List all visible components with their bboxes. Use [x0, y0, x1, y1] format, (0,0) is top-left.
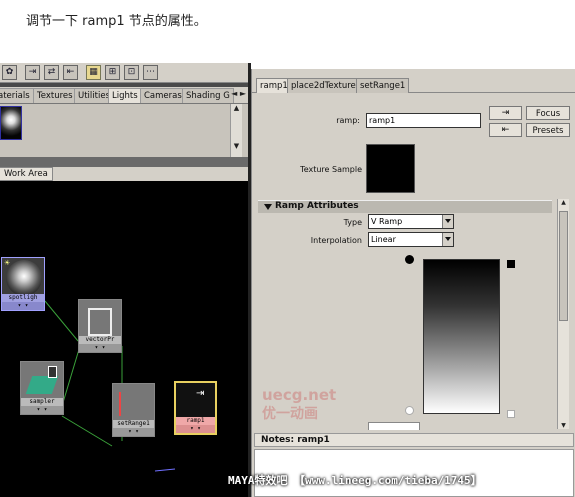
- texture-sample-label: Texture Sample: [300, 165, 362, 174]
- graph-layout-icon[interactable]: ▦: [86, 65, 101, 80]
- footer-watermark: MAYA特效吧 【www.lineeg.com/tieba/1745】: [228, 474, 482, 487]
- node-ports-icon[interactable]: ▾ ▾: [79, 344, 121, 352]
- output-connections-icon[interactable]: ⇤: [489, 123, 522, 137]
- selected-color-field[interactable]: [368, 422, 420, 430]
- node-ports-icon[interactable]: ▾ ▾: [113, 428, 154, 436]
- tab-materials[interactable]: aterials: [0, 88, 34, 103]
- ramp-attributes-header[interactable]: Ramp Attributes: [258, 200, 552, 213]
- watermark-subtext: 优一动画: [262, 406, 318, 422]
- grid-icon[interactable]: ⊞: [105, 65, 120, 80]
- ramp-name-label: ramp:: [336, 116, 360, 125]
- tab-lights[interactable]: Lights: [108, 88, 142, 103]
- tab-setrange1[interactable]: setRange1: [356, 78, 410, 93]
- scroll-down-icon[interactable]: ▼: [558, 422, 569, 429]
- vector-product-icon: [88, 308, 112, 336]
- panel-divider: [0, 157, 248, 167]
- node-label: sampler: [21, 398, 63, 406]
- swatch-area: ▲ ▼: [0, 104, 248, 157]
- focus-button[interactable]: Focus: [526, 106, 570, 120]
- node-label: setRange1: [113, 420, 154, 428]
- delete-entry-top-icon[interactable]: [507, 260, 515, 268]
- attribute-editor: ramp1 place2dTexture1 setRange1 ramp: ra…: [251, 69, 575, 497]
- notes-header: Notes: ramp1: [254, 433, 574, 447]
- interpolation-value: Linear: [371, 235, 396, 244]
- hypergraph-icon[interactable]: ✿: [2, 65, 17, 80]
- link-sampler-setrange: [61, 415, 113, 447]
- tab-shading-groups[interactable]: Shading G: [182, 88, 234, 103]
- attribute-scrollbar[interactable]: ▲ ▼: [557, 199, 569, 429]
- type-dropdown[interactable]: V Ramp: [368, 214, 454, 229]
- input-output-icon[interactable]: ⇥: [25, 65, 40, 80]
- chevron-down-icon[interactable]: [442, 233, 453, 246]
- snap-icon[interactable]: ⊡: [124, 65, 139, 80]
- node-ports-icon[interactable]: ▾ ▾: [2, 302, 44, 310]
- node-ports-icon[interactable]: ▾ ▾: [176, 425, 215, 433]
- scroll-up-icon[interactable]: ▲: [558, 199, 569, 206]
- link-spotlight-vector: [44, 300, 79, 342]
- interpolation-dropdown[interactable]: Linear: [368, 232, 454, 247]
- hypershade-panel: ✿ ⇥ ⇄ ⇤ ▦ ⊞ ⊡ ⋯ aterials Textures Utilit…: [0, 63, 248, 497]
- tab-cameras[interactable]: Cameras: [140, 88, 186, 103]
- light-swatch[interactable]: [0, 106, 22, 140]
- color-entry-handle-top[interactable]: [405, 255, 414, 264]
- link-setrange-ramp: [154, 468, 176, 472]
- node-connections: [44, 300, 176, 472]
- delete-entry-bottom-icon[interactable]: [507, 410, 515, 418]
- type-label: Type: [343, 218, 362, 227]
- caption: 调节一下 ramp1 节点的属性。: [26, 14, 207, 29]
- work-area-tabbar: Work Area: [0, 167, 248, 181]
- camera-icon: [48, 366, 57, 378]
- node-spotlight[interactable]: ☀ spotligh ▾ ▾: [1, 257, 45, 311]
- tab-place2dtexture1[interactable]: place2dTexture1: [287, 78, 366, 93]
- ramp-output-icon: ⇥: [196, 388, 205, 399]
- input-icon[interactable]: ⇄: [44, 65, 59, 80]
- tab-work-area[interactable]: Work Area: [0, 167, 53, 181]
- node-sampler-info[interactable]: sampler ▾ ▾: [20, 361, 64, 415]
- swatch-scrollbar[interactable]: ▲ ▼: [230, 104, 242, 157]
- input-connections-icon[interactable]: ⇥: [489, 106, 522, 120]
- scroll-left-icon[interactable]: ◄: [231, 89, 237, 98]
- scroll-right-icon[interactable]: ►: [240, 89, 246, 98]
- set-range-icon: [119, 392, 149, 416]
- ramp-name-field[interactable]: ramp1: [366, 113, 481, 128]
- node-ramp[interactable]: ⇥ ramp1 ▾ ▾: [174, 381, 217, 435]
- output-icon[interactable]: ⇤: [63, 65, 78, 80]
- node-ports-icon[interactable]: ▾ ▾: [21, 406, 63, 414]
- tab-textures[interactable]: Textures: [33, 88, 77, 103]
- tab-scroll-arrows[interactable]: ◄ ►: [231, 89, 246, 98]
- link-sampler-vector: [61, 345, 81, 407]
- node-label: vectorPr: [79, 336, 121, 344]
- scroll-down-icon[interactable]: ▼: [231, 142, 242, 150]
- attribute-editor-tabs: ramp1 place2dTexture1 setRange1: [252, 78, 575, 93]
- presets-button[interactable]: Presets: [526, 123, 570, 137]
- collapse-arrow-icon[interactable]: [264, 204, 272, 210]
- spotlight-swatch: [6, 260, 42, 296]
- watermark-logo: uecg.net: [262, 386, 337, 404]
- scroll-up-icon[interactable]: ▲: [231, 104, 242, 112]
- node-label: ramp1: [176, 417, 215, 425]
- texture-sample-swatch[interactable]: [366, 144, 415, 193]
- hypershade-tabs: aterials Textures Utilities Lights Camer…: [0, 87, 248, 104]
- scrollbar-thumb[interactable]: [559, 211, 568, 321]
- chevron-down-icon[interactable]: [442, 215, 453, 228]
- clear-icon[interactable]: ⋯: [143, 65, 158, 80]
- node-set-range[interactable]: setRange1 ▾ ▾: [112, 383, 155, 437]
- light-icon: ☀: [4, 259, 11, 267]
- node-label: spotligh: [2, 294, 44, 302]
- hypershade-toolbar: ✿ ⇥ ⇄ ⇤ ▦ ⊞ ⊡ ⋯: [0, 63, 248, 83]
- ramp-gradient[interactable]: [423, 259, 500, 414]
- sampler-info-icon: [25, 376, 59, 394]
- section-title: Ramp Attributes: [275, 201, 359, 211]
- work-area[interactable]: ☀ spotligh ▾ ▾ vectorPr ▾ ▾ sampler ▾ ▾ …: [0, 181, 248, 497]
- interpolation-label: Interpolation: [310, 236, 362, 245]
- node-vector-product[interactable]: vectorPr ▾ ▾: [78, 299, 122, 353]
- color-entry-handle-bottom[interactable]: [405, 406, 414, 415]
- type-value: V Ramp: [371, 217, 403, 226]
